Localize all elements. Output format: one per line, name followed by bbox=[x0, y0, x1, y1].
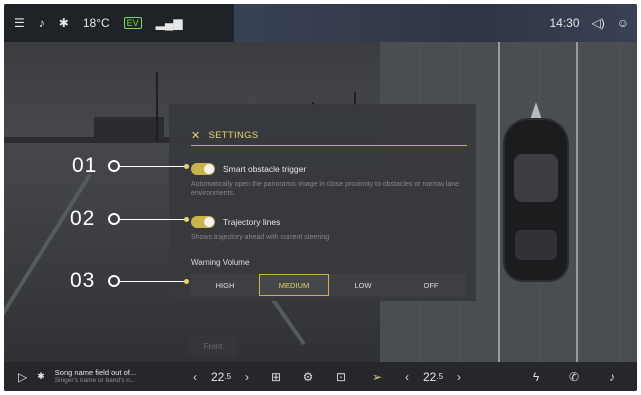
callout-marker bbox=[108, 213, 120, 225]
status-left: ☰ ♪ ✱ 18°C EV ▂▄▆ bbox=[4, 16, 183, 30]
bluetooth-icon: ✱ bbox=[37, 371, 45, 381]
callout-label-02: 02 bbox=[70, 207, 96, 230]
temp-left-decrease[interactable]: ‹ bbox=[188, 362, 202, 391]
parking-stripe bbox=[498, 42, 500, 362]
artist-name: Singer's name or band's n... bbox=[54, 377, 136, 384]
media-text: Song name field out of... Singer's name … bbox=[55, 368, 136, 385]
callout-anchor bbox=[184, 279, 189, 284]
car-direction-marker bbox=[530, 102, 542, 120]
car-icon[interactable]: ⊡ bbox=[330, 362, 352, 391]
callout-anchor bbox=[184, 217, 189, 222]
volume-option-off[interactable]: OFF bbox=[397, 274, 465, 296]
trajectory-toggle[interactable] bbox=[191, 216, 215, 228]
callout-line bbox=[120, 281, 186, 282]
callout-marker bbox=[108, 275, 120, 287]
lamp-post bbox=[156, 72, 158, 142]
bottom-bar: ▷ ✱ Song name field out of... Singer's n… bbox=[4, 362, 637, 391]
temp-left-decimal: .5 bbox=[224, 372, 232, 381]
infotainment-screen: ☰ ♪ ✱ 18°C EV ▂▄▆ 14:30 ◁) ☺ ✕ SETTINGS … bbox=[4, 4, 637, 391]
parking-stripe bbox=[576, 42, 578, 362]
status-right: 14:30 ◁) ☺ bbox=[549, 4, 629, 42]
warning-volume-selector: HIGH MEDIUM LOW OFF bbox=[191, 274, 465, 296]
apps-grid-icon[interactable]: ⊞ bbox=[266, 362, 286, 391]
song-title: Song name field out of... bbox=[54, 368, 137, 377]
callout-label-01: 01 bbox=[72, 154, 98, 177]
car-top-view bbox=[505, 120, 567, 280]
status-bar: ☰ ♪ ✱ 18°C EV ▂▄▆ 14:30 ◁) ☺ bbox=[4, 4, 637, 42]
car-windshield bbox=[514, 154, 558, 202]
phone-icon[interactable]: ✆ bbox=[564, 362, 584, 391]
callout-anchor bbox=[184, 164, 189, 169]
callout-label-03: 03 bbox=[70, 269, 96, 292]
play-icon[interactable]: ▷ bbox=[18, 371, 27, 383]
temp-left-increase[interactable]: › bbox=[240, 362, 254, 391]
volume-icon[interactable]: ◁) bbox=[592, 17, 605, 29]
temperature-label: 18°C bbox=[82, 16, 110, 30]
settings-title: SETTINGS bbox=[208, 130, 259, 141]
close-icon[interactable]: ✕ bbox=[191, 129, 201, 142]
temp-right-value: 22 bbox=[422, 369, 437, 384]
ev-battery-icon: EV bbox=[123, 17, 142, 29]
media-player[interactable]: ▷ ✱ Song name field out of... Singer's n… bbox=[18, 362, 136, 391]
signal-icon: ▂▄▆ bbox=[155, 16, 183, 30]
callout-line bbox=[120, 166, 186, 167]
bell-icon[interactable]: ♪ bbox=[39, 17, 45, 29]
trajectory-label: Trajectory lines bbox=[223, 217, 281, 227]
bluetooth-icon: ✱ bbox=[58, 16, 69, 30]
temp-right-decimal: .5 bbox=[436, 372, 444, 381]
smart-obstacle-label: Smart obstacle trigger bbox=[223, 164, 307, 174]
fan-icon[interactable]: ϟ bbox=[526, 362, 546, 391]
smart-obstacle-description: Automatically open the panoramic image i… bbox=[191, 181, 460, 197]
car-rear bbox=[515, 230, 557, 260]
settings-panel: ✕ SETTINGS Smart obstacle trigger Automa… bbox=[169, 104, 476, 301]
navigation-icon[interactable]: ➢ bbox=[366, 362, 388, 391]
user-icon[interactable]: ☺ bbox=[617, 17, 629, 29]
guide-line bbox=[4, 173, 92, 346]
background-building bbox=[94, 117, 164, 139]
trajectory-description: Shows trajectory ahead with current stee… bbox=[191, 234, 330, 241]
warning-volume-label: Warning Volume bbox=[191, 258, 250, 267]
temp-right-decrease[interactable]: ‹ bbox=[400, 362, 414, 391]
gear-icon[interactable]: ⚙ bbox=[298, 362, 318, 391]
temp-left-value: 22 bbox=[210, 369, 225, 384]
clock: 14:30 bbox=[549, 16, 580, 30]
music-icon[interactable]: ♪ bbox=[602, 362, 622, 391]
settings-sliders-icon[interactable]: ☰ bbox=[14, 17, 25, 29]
settings-header: ✕ SETTINGS bbox=[191, 126, 467, 146]
smart-obstacle-toggle[interactable] bbox=[191, 163, 215, 175]
volume-option-medium[interactable]: MEDIUM bbox=[259, 274, 329, 296]
volume-option-low[interactable]: LOW bbox=[329, 274, 397, 296]
volume-option-high[interactable]: HIGH bbox=[191, 274, 259, 296]
temp-right: 22.5 bbox=[416, 362, 450, 391]
temp-left: 22.5 bbox=[204, 362, 238, 391]
temp-right-increase[interactable]: › bbox=[452, 362, 466, 391]
callout-line bbox=[120, 219, 186, 220]
front-camera-button[interactable]: Front bbox=[189, 336, 237, 356]
callout-marker bbox=[108, 160, 120, 172]
